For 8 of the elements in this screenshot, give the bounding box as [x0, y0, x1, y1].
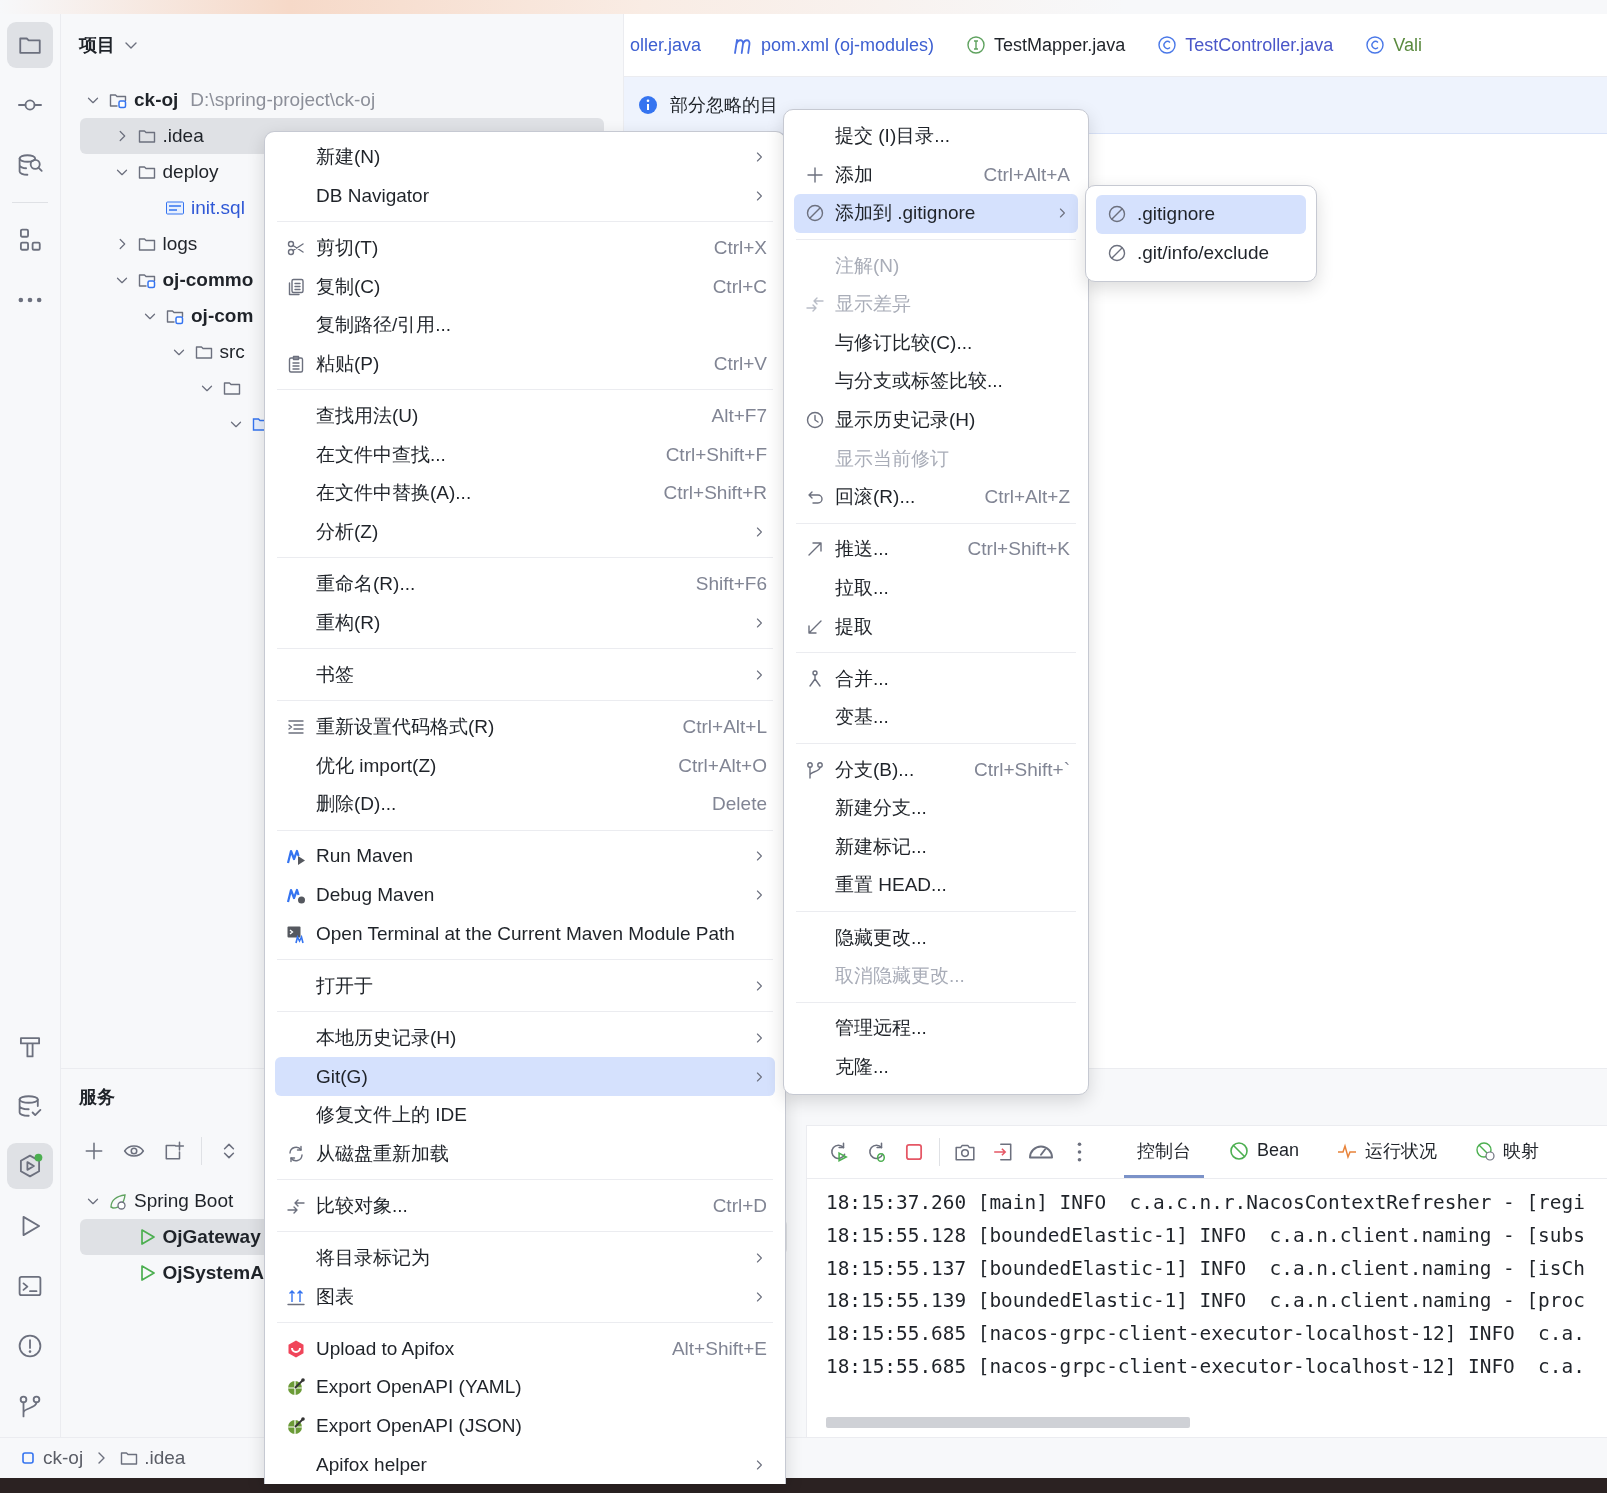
log-line: 18:15:55.685 [nacos-grpc-client-executor-localhost-12] INFO c.a.: [826, 1321, 1586, 1348]
log-line: 18:15:37.260 [main] INFO c.a.c.n.r.NacosContextRefresher - [regi: [826, 1190, 1586, 1216]
log-line: 18:15:55.137 [boundedElastic-1] INFO c.a.n.client.naming - [isCh: [826, 1255, 1586, 1282]
panel-title: 服务: [79, 1086, 115, 1109]
log-line: 18:15:55.128 [boundedElastic-1] INFO c.a.n.client.naming - [subs: [826, 1222, 1586, 1249]
log-line: 18:15:55.685 [nacos-grpc-client-executor-localhost-12] INFO c.a.: [826, 1354, 1586, 1380]
notification-text: 部分忽略的目: [670, 94, 778, 117]
log-line: 18:15:55.139 [boundedElastic-1] INFO c.a.n.client.naming - [proc: [826, 1288, 1586, 1315]
